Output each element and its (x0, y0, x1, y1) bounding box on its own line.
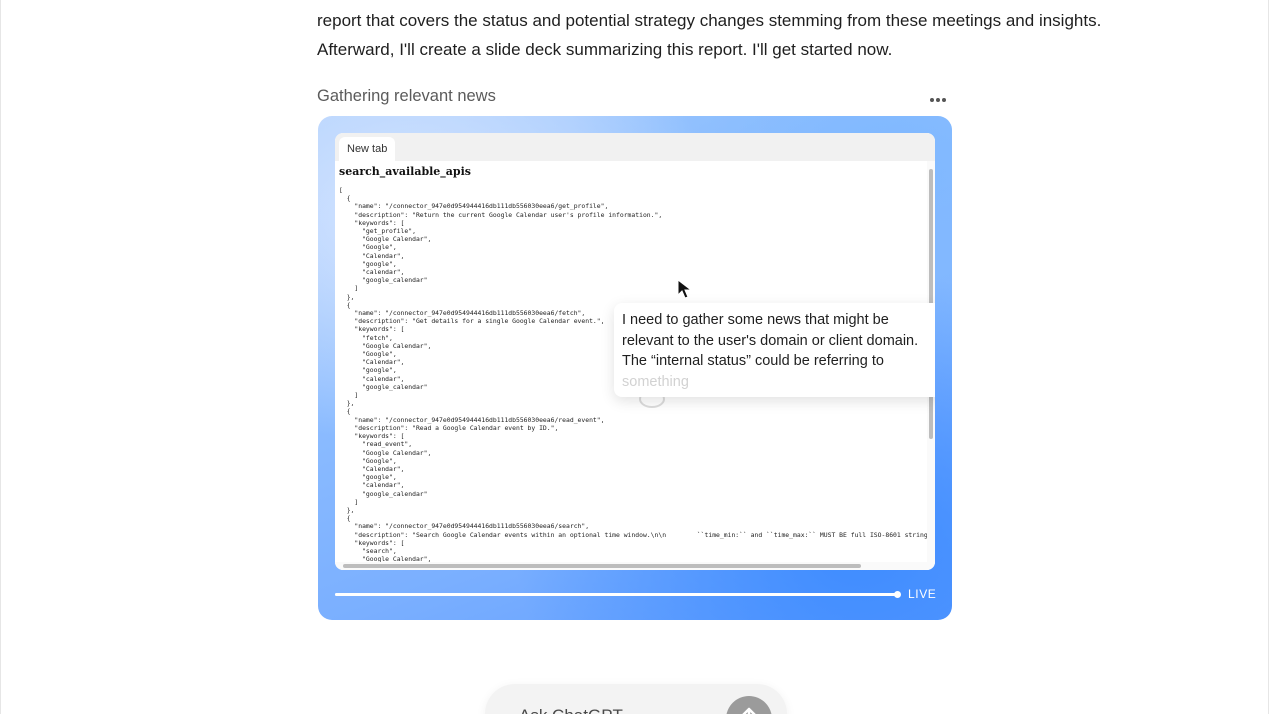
json-line: "name": "/connector_947e0d954944416db111… (339, 202, 609, 211)
json-line: ] (339, 284, 359, 293)
json-line: "get_profile", (339, 227, 416, 236)
composer-input[interactable]: Ask ChatGPT (519, 706, 623, 714)
progress-handle[interactable] (894, 591, 901, 598)
json-line: "calendar", (339, 268, 405, 277)
assistant-message: report that covers the status and potent… (317, 6, 1137, 64)
json-line: { (339, 514, 351, 523)
json-line: "Google Calendar", (339, 235, 432, 244)
step-header: Gathering relevant news (317, 84, 947, 108)
json-line: "description": "Search Google Calendar e… (339, 530, 935, 539)
chat-composer[interactable]: Ask ChatGPT (485, 684, 787, 714)
message-line: report that covers the status and potent… (317, 11, 1102, 30)
json-line: "keywords": [ (339, 432, 405, 441)
thought-text: I need to gather some news that might be… (622, 312, 919, 369)
tab-bar: New tab (335, 133, 935, 161)
scrollbar-thumb[interactable] (343, 564, 861, 568)
horizontal-scrollbar[interactable] (335, 562, 935, 570)
more-options-button[interactable] (929, 91, 947, 102)
more-horizontal-icon-dot (942, 97, 946, 102)
step-title: Gathering relevant news (317, 86, 496, 105)
json-line: "Google", (339, 456, 397, 465)
thought-faded-text: something (622, 373, 689, 390)
json-line: "description": "Return the current Googl… (339, 210, 663, 219)
json-line: "google", (339, 473, 397, 482)
json-line: "keywords": [ (339, 218, 405, 227)
more-horizontal-icon-dot (936, 97, 940, 102)
json-line: }, (339, 292, 355, 301)
json-line: "search", (339, 546, 397, 555)
json-line: "calendar", (339, 481, 405, 490)
send-button[interactable] (726, 696, 772, 714)
json-line: "google", (339, 259, 397, 268)
app-frame: report that covers the status and potent… (0, 0, 1269, 714)
page-title: search_available_apis (339, 165, 471, 178)
json-line: "description": "Read a Google Calendar e… (339, 423, 559, 432)
json-line: "google_calendar" (339, 489, 428, 498)
json-line: ] (339, 497, 359, 506)
mouse-cursor-icon (677, 279, 693, 299)
json-line: "name": "/connector_947e0d954944416db111… (339, 522, 590, 531)
json-line: }, (339, 505, 355, 514)
browser-window: New tab search_available_apis [ { "name"… (335, 133, 935, 570)
message-line: Afterward, I'll create a slide deck summ… (317, 40, 893, 59)
arrow-up-icon (742, 707, 756, 714)
json-line: "Google", (339, 243, 397, 252)
playback-progress[interactable] (335, 591, 901, 598)
more-horizontal-icon (930, 97, 934, 102)
progress-fill (335, 593, 899, 596)
json-line: "read_event", (339, 440, 413, 449)
live-browser-card[interactable]: New tab search_available_apis [ { "name"… (318, 116, 952, 620)
json-line: "Google Calendar", (339, 448, 432, 457)
live-badge[interactable]: LIVE (908, 587, 936, 601)
json-line: "Calendar", (339, 251, 405, 260)
browser-tab[interactable]: New tab (339, 137, 396, 161)
json-line: "google_calendar" (339, 276, 428, 285)
json-line: { (339, 194, 351, 203)
json-line: "name": "/connector_947e0d954944416db111… (339, 415, 605, 424)
thought-bubble: I need to gather some news that might be… (614, 303, 935, 397)
json-line: "keywords": [ (339, 538, 405, 547)
json-line: "Calendar", (339, 464, 405, 473)
json-line: [ (339, 186, 343, 194)
